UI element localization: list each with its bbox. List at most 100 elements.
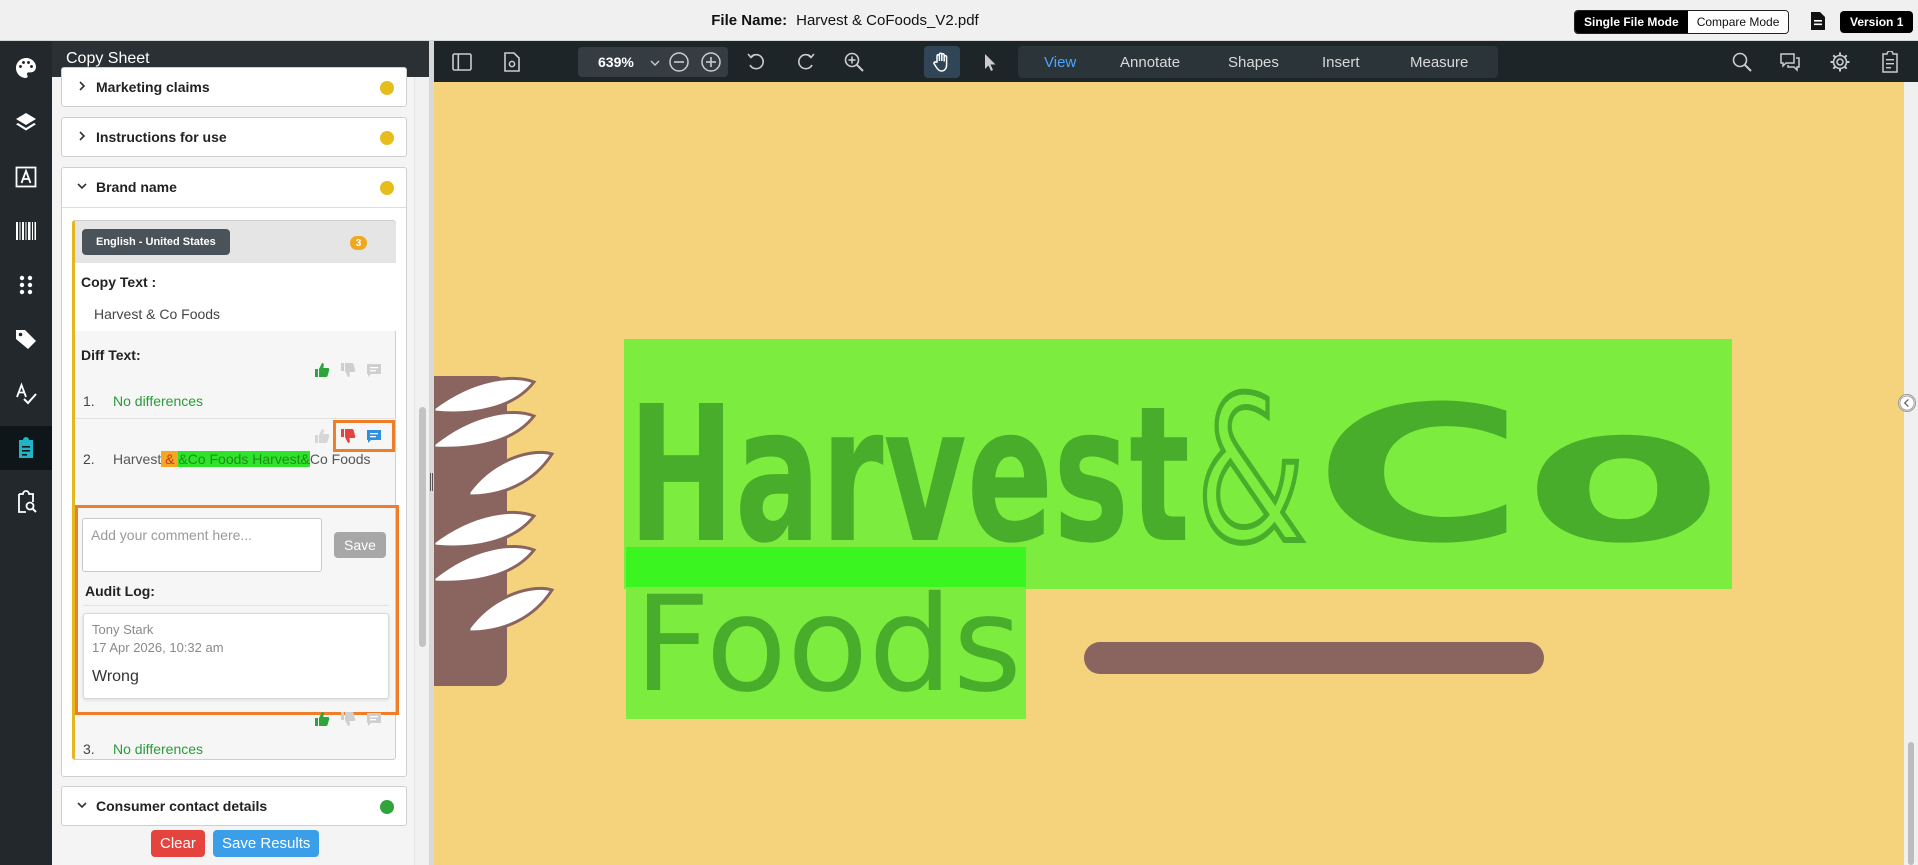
tab-annotate[interactable]: Annotate: [1120, 54, 1180, 71]
rotate-left-icon[interactable]: [744, 50, 768, 74]
zoom-out-icon[interactable]: [668, 51, 690, 73]
tag-icon[interactable]: [0, 317, 52, 361]
tab-shapes[interactable]: Shapes: [1228, 54, 1279, 71]
section-label: Marketing claims: [96, 79, 210, 95]
diff-plain-end: Co Foods: [309, 451, 371, 467]
audit-user: Tony Stark: [92, 622, 154, 637]
notes-panel-icon[interactable]: [1878, 50, 1902, 74]
row-divider: [75, 418, 396, 419]
brown-bar: [1084, 642, 1544, 674]
mode-tabs: View Annotate Shapes Insert Measure: [1018, 46, 1498, 78]
status-dot: [380, 800, 394, 814]
panel-scrollbar[interactable]: [414, 77, 429, 865]
diff-actions-3: [314, 711, 382, 727]
section-brand-name: Brand name English - United States 3 Cop…: [61, 167, 407, 777]
clear-button[interactable]: Clear: [151, 830, 205, 857]
version-badge[interactable]: Version 1: [1840, 11, 1914, 33]
spellcheck-icon[interactable]: [0, 372, 52, 416]
thumbs-down-icon[interactable]: [340, 711, 356, 727]
chevron-down-icon: [77, 802, 87, 809]
section-label: Brand name: [96, 179, 177, 195]
language-badge[interactable]: English - United States: [82, 229, 230, 255]
save-comment-button[interactable]: Save: [334, 532, 386, 558]
document-canvas[interactable]: Harvest & Co Foods: [434, 82, 1904, 865]
hand-icon: [933, 52, 948, 72]
chevron-right-icon: [79, 81, 86, 91]
pan-tool-button[interactable]: [924, 46, 960, 78]
sidebar-toggle-icon[interactable]: [450, 50, 474, 74]
diff-number: 2.: [83, 451, 95, 467]
rotate-right-icon[interactable]: [794, 50, 818, 74]
language-header: English - United States 3: [75, 221, 396, 263]
viewer-toolbar: 639% View Annotate Shapes Insert Measure: [434, 41, 1918, 82]
text-icon[interactable]: [0, 155, 52, 199]
artwork-word-harvest: Harvest: [628, 366, 1190, 585]
copy-text-label: Copy Text :: [81, 274, 157, 290]
diff-deleted: &: [161, 451, 179, 467]
scroll-thumb[interactable]: [419, 407, 426, 647]
tool-rail: [0, 41, 52, 865]
status-dot: [380, 181, 394, 195]
canvas-scrollbar[interactable]: [1904, 82, 1918, 865]
diff-result: No differences: [113, 393, 204, 409]
splitter-grip-icon[interactable]: [430, 473, 433, 491]
comment-icon[interactable]: [366, 362, 382, 378]
search-document-icon[interactable]: [0, 480, 52, 524]
audit-time: 17 Apr 2026, 10:32 am: [92, 640, 224, 655]
zoom-area-icon[interactable]: [842, 50, 866, 74]
section-instructions-for-use[interactable]: Instructions for use: [61, 117, 407, 157]
artwork-word-co: Co: [1314, 366, 1722, 585]
file-name-value: Harvest & CoFoods_V2.pdf: [796, 12, 979, 29]
select-arrow-icon[interactable]: [978, 50, 1002, 74]
diff-number: 3.: [83, 741, 95, 757]
tab-view[interactable]: View: [1044, 54, 1076, 71]
artwork-ampersand: &: [1196, 355, 1306, 588]
layers-icon[interactable]: [0, 100, 52, 144]
save-results-button[interactable]: Save Results: [213, 830, 320, 857]
tab-insert[interactable]: Insert: [1322, 54, 1360, 71]
zoom-control: 639%: [578, 47, 728, 77]
audit-divider: [83, 605, 389, 606]
status-dot: [380, 131, 394, 145]
thumbs-up-icon[interactable]: [314, 428, 330, 444]
thumbs-up-icon[interactable]: [314, 711, 330, 727]
search-icon[interactable]: [1730, 50, 1754, 74]
comment-textarea[interactable]: Add your comment here...: [82, 518, 322, 572]
chevron-down-icon: [77, 183, 87, 190]
file-settings-icon[interactable]: [500, 50, 524, 74]
zoom-in-icon[interactable]: [700, 51, 722, 73]
brand-name-header[interactable]: Brand name: [62, 168, 406, 208]
diff-actions-1: [314, 362, 382, 378]
comments-icon[interactable]: [1778, 50, 1802, 74]
document-icon[interactable]: [1810, 11, 1826, 31]
comment-icon[interactable]: [366, 711, 382, 727]
thumbs-up-icon[interactable]: [314, 362, 330, 378]
palette-icon[interactable]: [0, 46, 52, 90]
section-marketing-claims[interactable]: Marketing claims: [61, 67, 407, 107]
action-highlight-box: [333, 420, 395, 452]
section-consumer-contact-details[interactable]: Consumer contact details: [61, 786, 407, 826]
collapse-left-icon[interactable]: [1898, 394, 1916, 412]
barcode-icon[interactable]: [0, 209, 52, 253]
zoom-level[interactable]: 639%: [598, 54, 634, 70]
mode-toggle: Single File Mode Compare Mode: [1574, 10, 1790, 34]
compare-mode-button[interactable]: Compare Mode: [1687, 11, 1789, 33]
section-label: Instructions for use: [96, 129, 227, 145]
section-label: Consumer contact details: [96, 798, 268, 814]
tab-measure[interactable]: Measure: [1410, 54, 1468, 71]
audit-log-label: Audit Log:: [85, 583, 155, 599]
diff-number: 1.: [83, 393, 95, 409]
grid-dots-icon[interactable]: [0, 263, 52, 307]
single-file-mode-button[interactable]: Single File Mode: [1575, 11, 1688, 33]
thumbs-down-icon[interactable]: [340, 362, 356, 378]
clipboard-icon[interactable]: [0, 426, 52, 470]
diff-inserted: &Co Foods Harvest&: [178, 451, 310, 467]
gear-icon[interactable]: [1828, 50, 1852, 74]
chevron-right-icon: [79, 131, 86, 141]
chevron-down-icon[interactable]: [650, 58, 660, 68]
scroll-thumb[interactable]: [1908, 742, 1914, 865]
file-name-label: File Name:: [711, 12, 788, 29]
artwork-logo: Harvest & Co Foods: [434, 339, 1732, 722]
top-bar: File Name: Harvest & CoFoods_V2.pdf Sing…: [0, 0, 1918, 41]
diff-text-line: Harvest & &Co Foods Harvest&Co Foods: [113, 451, 371, 467]
